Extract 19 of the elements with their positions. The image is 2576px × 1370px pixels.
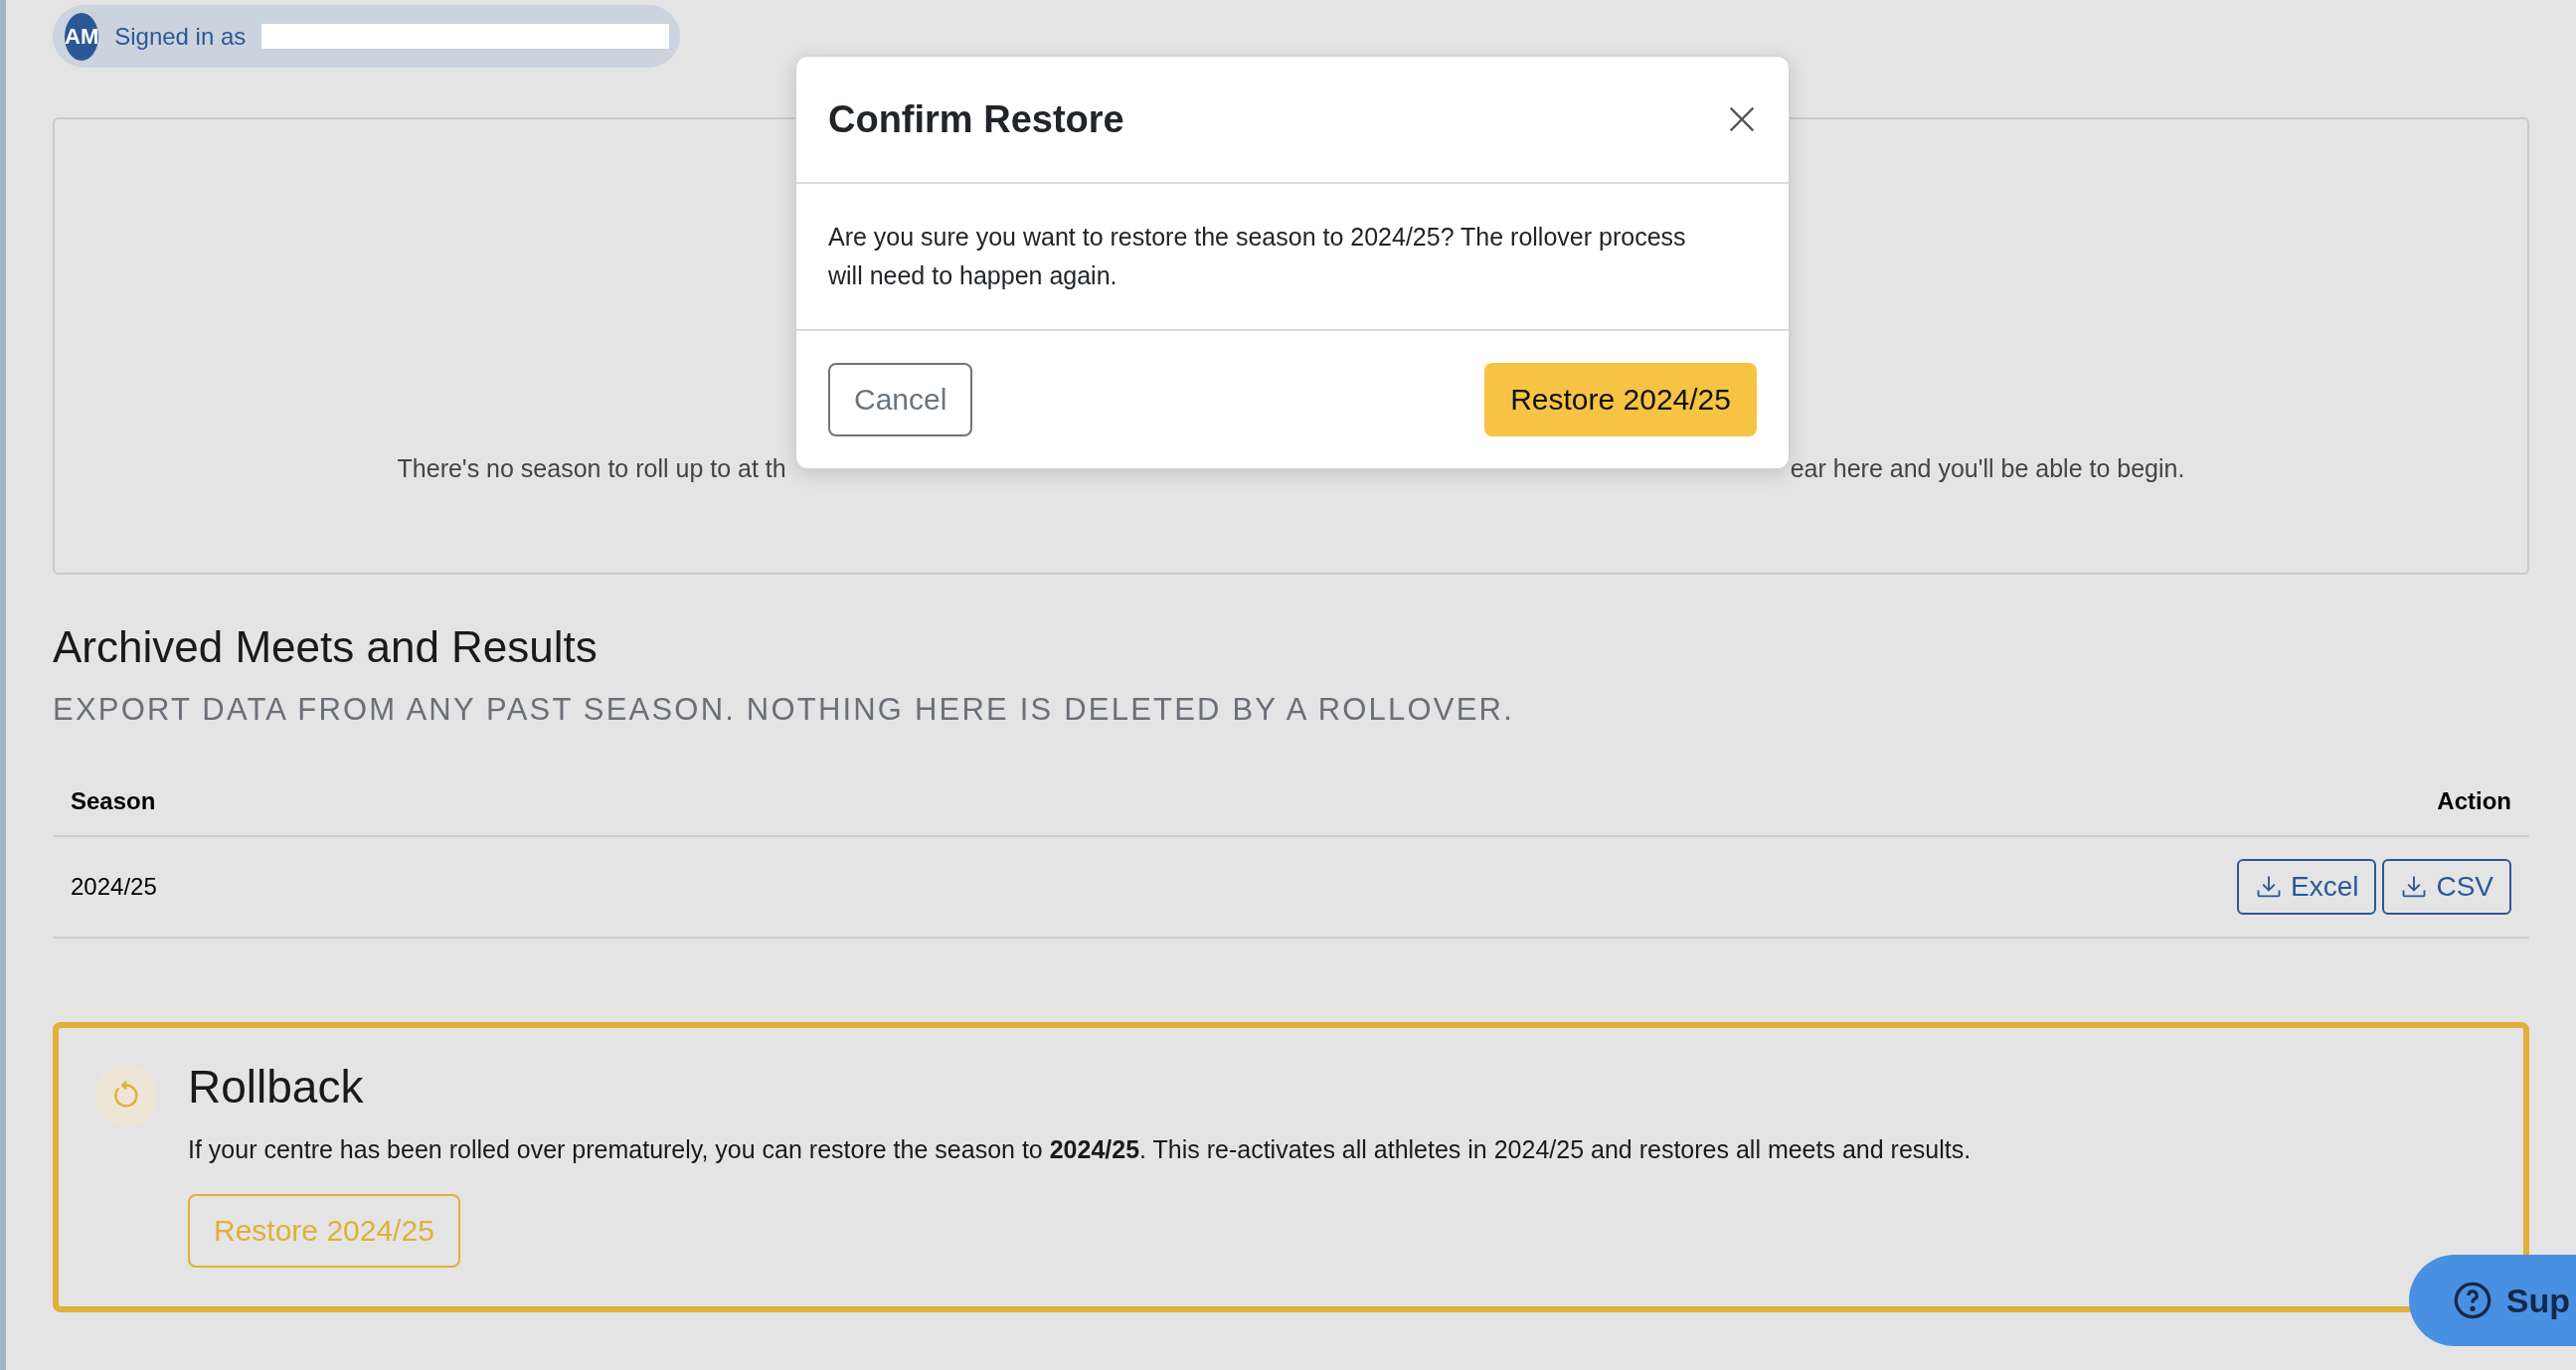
table-cell: 2024/25: [71, 873, 157, 901]
empty-state-text: There's no season to roll up to at th: [397, 454, 786, 483]
dialog-message: Are you sure you want to restore the season to 2024/25? The rollover process will need to happen again.: [796, 184, 1789, 331]
rollback-title: Rollback: [188, 1060, 364, 1113]
rollback-description: If your centre has been rolled over prematurely, you can restore the season to 2024/25. This re-activates all athletes in 2024/25 and restores all meets and results.: [188, 1135, 1972, 1164]
signed-in-label: Signed in as: [114, 22, 247, 51]
cancel-button[interactable]: Cancel: [828, 363, 973, 436]
help-icon: [2452, 1281, 2492, 1320]
avatar: AM: [65, 12, 99, 61]
confirm-button[interactable]: Restore 2024/25: [1484, 363, 1757, 436]
dialog-title: Confirm Restore: [828, 97, 1124, 141]
section-title: Archived Meets and Results: [53, 622, 599, 672]
export-button[interactable]: CSV: [2382, 859, 2511, 915]
column-header: Action: [2437, 787, 2511, 815]
column-header: Season: [71, 787, 156, 815]
empty-state-text: ear here and you'll be able to begin.: [1790, 454, 2185, 483]
support-button[interactable]: Sup: [2408, 1255, 2576, 1346]
export-button[interactable]: Excel: [2236, 859, 2377, 915]
section-subtitle: EXPORT DATA FROM ANY PAST SEASON. NOTHING HERE IS DELETED BY A ROLLOVER.: [53, 692, 1515, 728]
